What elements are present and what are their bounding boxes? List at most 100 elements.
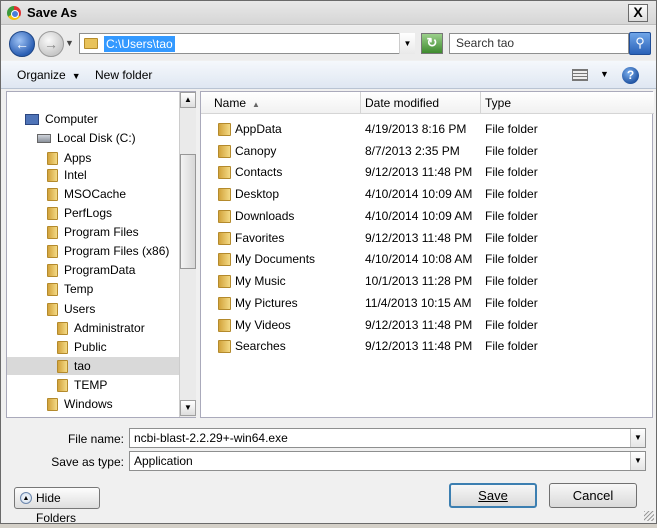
desktop-folder-icon xyxy=(218,188,231,201)
tree-item-computer[interactable]: Computer xyxy=(25,110,185,128)
folder-icon xyxy=(47,245,58,259)
file-date: 10/1/2013 11:28 PM xyxy=(365,274,473,288)
table-row[interactable]: Favorites 9/12/2013 11:48 PM File folder xyxy=(201,228,654,249)
folder-icon xyxy=(47,188,58,202)
tree-scrollbar[interactable]: ▲ ▼ xyxy=(179,92,196,417)
table-row[interactable]: Canopy 8/7/2013 2:35 PM File folder xyxy=(201,141,654,162)
address-text[interactable]: C:\Users\tao xyxy=(104,36,175,52)
music-folder-icon xyxy=(218,275,231,288)
tree-item-temp-user[interactable]: TEMP xyxy=(57,376,185,394)
table-row[interactable]: Searches 9/12/2013 11:48 PM File folder xyxy=(201,336,654,357)
tree-item-program-files-x86[interactable]: Program Files (x86) xyxy=(47,242,185,260)
tree-item-intel[interactable]: Intel xyxy=(47,166,185,184)
scroll-thumb[interactable] xyxy=(180,154,196,269)
file-date: 8/7/2013 2:35 PM xyxy=(365,144,460,158)
tree-item-apps[interactable]: Apps xyxy=(47,149,185,167)
tree-item-programdata[interactable]: ProgramData xyxy=(47,261,185,279)
tree-item-label: Computer xyxy=(45,112,98,126)
folder-icon xyxy=(218,145,231,158)
search-input[interactable]: Search tao xyxy=(449,33,629,54)
hide-folders-button[interactable]: ▲ Hide Folders xyxy=(14,487,100,525)
file-name: My Videos xyxy=(235,318,291,332)
file-date: 4/10/2014 10:09 AM xyxy=(365,209,473,223)
column-header-name[interactable]: Name ▲ xyxy=(201,92,361,114)
folder-icon xyxy=(47,152,58,166)
search-icon[interactable]: ⚲ xyxy=(629,32,651,55)
tree-item-tao[interactable]: tao xyxy=(7,357,185,375)
file-type: File folder xyxy=(485,209,538,223)
cancel-button[interactable]: Cancel xyxy=(549,483,637,508)
sort-ascending-icon: ▲ xyxy=(252,100,260,109)
tree-item-msocache[interactable]: MSOCache xyxy=(47,185,185,203)
table-row[interactable]: My Music 10/1/2013 11:28 PM File folder xyxy=(201,271,654,292)
refresh-button[interactable]: ↻ xyxy=(421,33,443,54)
chevron-down-icon[interactable]: ▼ xyxy=(630,429,645,447)
address-bar[interactable]: C:\Users\tao xyxy=(79,33,415,54)
view-dropdown-icon[interactable]: ▼ xyxy=(600,69,609,79)
file-name: My Pictures xyxy=(235,296,298,310)
resize-grip-icon[interactable] xyxy=(644,511,654,521)
chevron-down-icon[interactable]: ▼ xyxy=(630,452,645,470)
scroll-up-icon[interactable]: ▲ xyxy=(180,92,196,108)
tree-item-label: Users xyxy=(64,302,96,316)
tree-item-program-files[interactable]: Program Files xyxy=(47,223,185,241)
column-header-type[interactable]: Type xyxy=(481,92,654,114)
tree-item-administrator[interactable]: Administrator xyxy=(57,319,185,337)
table-row[interactable]: My Documents 4/10/2014 10:08 AM File folde… xyxy=(201,249,654,270)
scroll-down-icon[interactable]: ▼ xyxy=(180,400,196,416)
file-date: 4/10/2014 10:08 AM xyxy=(365,252,473,266)
disk-icon xyxy=(37,134,51,144)
tree-item-label: Program Files (x86) xyxy=(64,244,170,258)
save-type-label: Save as type: xyxy=(51,455,124,469)
tree-item-label: PerfLogs xyxy=(64,206,113,220)
tree-item-users[interactable]: Users xyxy=(47,300,185,318)
close-button[interactable]: X xyxy=(628,4,648,22)
downloads-folder-icon xyxy=(218,210,231,223)
table-row[interactable]: Desktop 4/10/2014 10:09 AM File folder xyxy=(201,184,654,205)
column-header-date-modified[interactable]: Date modified xyxy=(361,92,481,114)
tree-item-label: Temp xyxy=(64,282,94,296)
documents-folder-icon xyxy=(218,253,231,266)
file-type: File folder xyxy=(485,339,538,353)
tree-item-label: TEMP xyxy=(74,378,108,392)
file-type: File folder xyxy=(485,165,538,179)
file-type: File folder xyxy=(485,296,538,310)
file-name-value[interactable]: ncbi-blast-2.2.29+-win64.exe xyxy=(134,431,288,445)
table-row[interactable]: Contacts 9/12/2013 11:48 PM File folder xyxy=(201,162,654,183)
folder-icon xyxy=(57,322,68,336)
computer-icon xyxy=(25,114,39,126)
save-type-select[interactable]: Application ▼ xyxy=(129,451,646,471)
save-button[interactable]: Save xyxy=(449,483,537,508)
table-row[interactable]: My Videos 9/12/2013 11:48 PM File folder xyxy=(201,315,654,336)
new-folder-button[interactable]: New folder xyxy=(95,68,152,82)
hide-folders-label: Hide Folders xyxy=(36,491,77,525)
file-name-field[interactable]: ncbi-blast-2.2.29+-win64.exe ▼ xyxy=(129,428,646,448)
tree-item-windows[interactable]: Windows xyxy=(47,395,185,413)
help-icon[interactable]: ? xyxy=(622,67,639,84)
history-dropdown-icon[interactable]: ▼ xyxy=(65,38,74,48)
tree-item-local-disk[interactable]: Local Disk (C:) xyxy=(37,129,185,147)
favorites-folder-icon xyxy=(218,232,231,245)
contacts-folder-icon xyxy=(218,166,231,179)
table-row[interactable]: Downloads 4/10/2014 10:09 AM File folder xyxy=(201,206,654,227)
tree-item-label: Program Files xyxy=(64,225,139,239)
table-row[interactable]: AppData 4/19/2013 8:16 PM File folder xyxy=(201,119,654,140)
tree-item-perflogs[interactable]: PerfLogs xyxy=(47,204,185,222)
file-name: My Music xyxy=(235,274,286,288)
file-date: 9/12/2013 11:48 PM xyxy=(365,231,473,245)
file-type: File folder xyxy=(485,252,538,266)
forward-button[interactable]: → xyxy=(38,31,64,57)
folder-icon xyxy=(47,398,58,412)
folder-icon xyxy=(218,123,231,136)
file-type: File folder xyxy=(485,187,538,201)
address-dropdown-button[interactable]: ▼ xyxy=(399,33,415,54)
organize-button[interactable]: Organize ▼ xyxy=(17,68,81,82)
file-date: 9/12/2013 11:48 PM xyxy=(365,165,473,179)
tree-item-public[interactable]: Public xyxy=(57,338,185,356)
collapse-up-icon: ▲ xyxy=(20,492,32,504)
table-row[interactable]: My Pictures 11/4/2013 10:15 AM File folder xyxy=(201,293,654,314)
view-options-icon[interactable] xyxy=(572,69,588,81)
back-button[interactable]: ← xyxy=(9,31,35,57)
file-list: Name ▲ Date modified Type AppData 4/19/201… xyxy=(200,91,654,418)
tree-item-temp[interactable]: Temp xyxy=(47,280,185,298)
